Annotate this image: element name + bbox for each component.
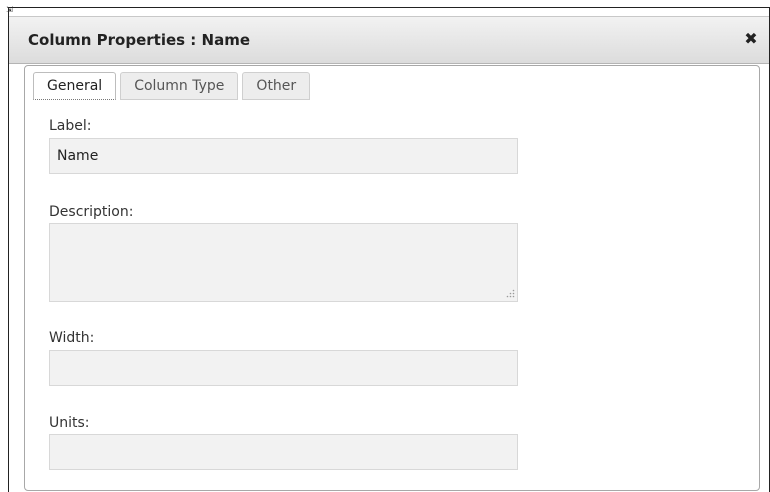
tab-bar: General Column Type Other	[33, 72, 311, 100]
tab-column-type[interactable]: Column Type	[120, 72, 239, 100]
units-input[interactable]	[49, 434, 518, 470]
label-field-caption: Label:	[49, 118, 92, 134]
units-field-caption: Units:	[49, 415, 90, 431]
width-field-caption: Width:	[49, 330, 95, 346]
resize-grip-icon[interactable]	[505, 289, 515, 299]
resize-icon[interactable]: ⇲	[6, 5, 16, 15]
tab-other[interactable]: Other	[242, 72, 311, 100]
content-panel: General Column Type Other Label: Name De…	[24, 65, 760, 491]
column-properties-dialog: ⇲ Column Properties : Name ✖ General Col…	[6, 5, 770, 492]
label-input[interactable]: Name	[49, 138, 518, 174]
description-textarea[interactable]	[49, 223, 518, 302]
width-input[interactable]	[49, 350, 518, 386]
close-icon[interactable]: ✖	[743, 31, 759, 47]
description-field-caption: Description:	[49, 204, 134, 220]
tab-general[interactable]: General	[33, 72, 117, 100]
dialog-title-bar[interactable]: Column Properties : Name ✖	[9, 16, 769, 64]
dialog-title: Column Properties : Name	[28, 31, 251, 49]
